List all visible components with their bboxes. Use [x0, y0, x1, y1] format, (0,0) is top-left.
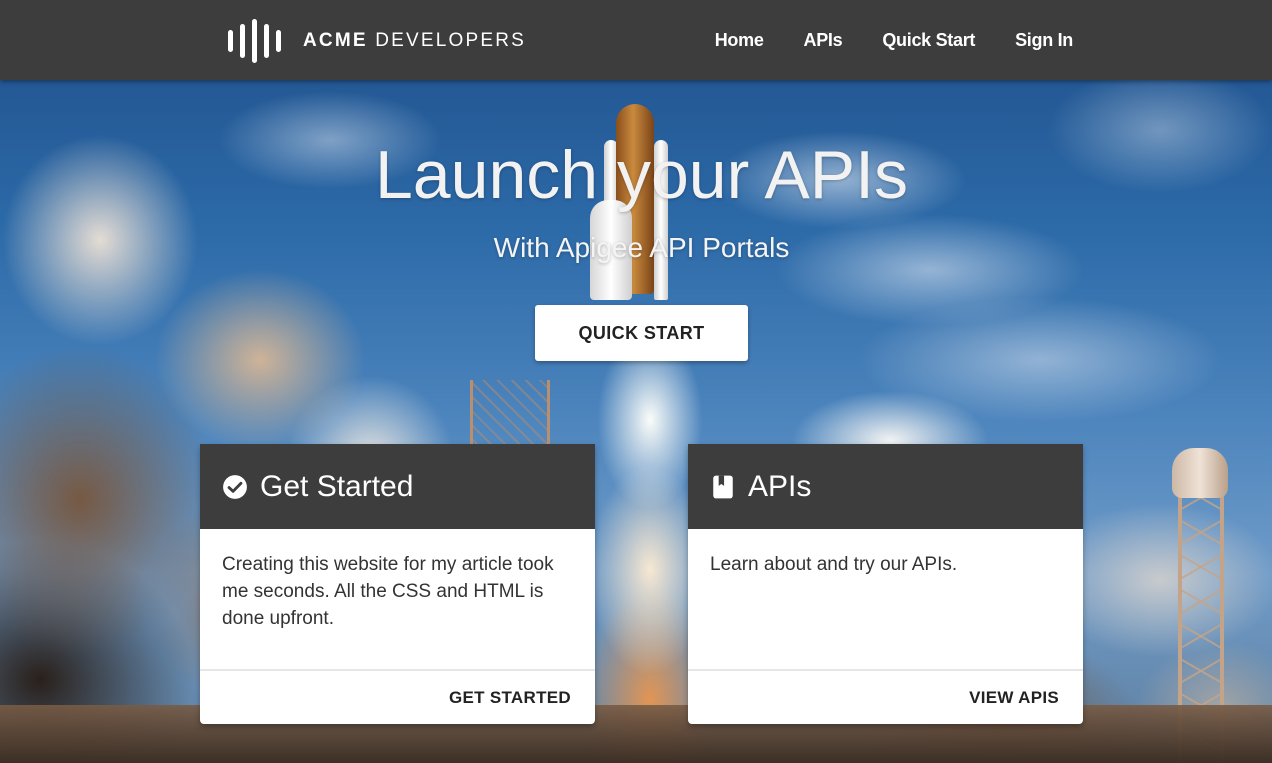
card-description: Creating this website for my article too… [222, 554, 554, 629]
card-title: Get Started [260, 469, 414, 503]
book-icon [713, 475, 733, 498]
get-started-button[interactable]: GET STARTED [449, 688, 571, 708]
water-tower-tank [1172, 448, 1228, 498]
nav-link-apis[interactable]: APIs [804, 30, 843, 51]
logo-wordmark: ACME DEVELOPERS [303, 30, 527, 51]
nav-link-quick-start[interactable]: Quick Start [882, 30, 975, 51]
get-started-card: Get Started Creating this website for my… [200, 444, 595, 724]
top-navigation-bar: ACME DEVELOPERS Home APIs Quick Start Si… [0, 0, 1272, 80]
card-title: APIs [748, 469, 812, 503]
quick-start-button[interactable]: QUICK START [535, 305, 748, 361]
check-circle-icon [223, 474, 247, 499]
card-header: APIs [688, 444, 1083, 529]
card-description: Learn about and try our APIs. [710, 554, 958, 575]
main-nav: Home APIs Quick Start Sign In [715, 0, 1074, 80]
logo-bars-icon [228, 19, 281, 63]
card-footer: VIEW APIS [688, 671, 1083, 724]
nav-link-sign-in[interactable]: Sign In [1015, 30, 1073, 51]
apis-card: APIs Learn about and try our APIs. VIEW … [688, 444, 1083, 724]
hero-title: Launch your APIs [374, 137, 908, 213]
view-apis-button[interactable]: VIEW APIS [969, 688, 1059, 708]
nav-link-home[interactable]: Home [715, 30, 764, 51]
site-logo[interactable]: ACME DEVELOPERS [228, 19, 526, 63]
hero-subtitle: With Apigee API Portals [493, 232, 790, 263]
card-footer: GET STARTED [200, 671, 595, 724]
card-header: Get Started [200, 444, 595, 529]
